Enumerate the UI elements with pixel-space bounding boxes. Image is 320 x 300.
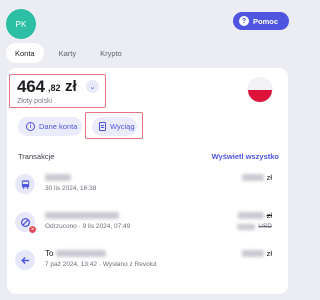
tab-cards[interactable]: Karty: [50, 43, 86, 63]
help-icon: ?: [239, 16, 249, 26]
balance-cents: ,82: [48, 83, 61, 93]
see-all-link[interactable]: Wyświetl wszystko: [212, 152, 279, 161]
transaction-title: To: [45, 249, 106, 258]
avatar-initials: PK: [15, 19, 27, 29]
secondary-currency: USD: [258, 223, 272, 230]
account-card: 464 ,82 zł ⌄ Złoty polski i Dane konta W…: [7, 68, 288, 294]
transaction-row[interactable]: × Odrzucono · 9 lis 2024, 07:49 zł USD: [7, 206, 288, 242]
declined-badge-icon: ×: [28, 225, 37, 234]
transaction-date: 30 lis 2024, 16:38: [45, 185, 97, 192]
account-details-button[interactable]: i Dane konta: [18, 117, 82, 136]
bus-icon: [15, 174, 35, 194]
help-label: Pomoc: [253, 16, 279, 26]
balance-currency: zł: [65, 78, 77, 95]
transaction-status-date: Odrzucono · 9 lis 2024, 07:49: [45, 223, 131, 230]
statement-label: Wyciąg: [110, 122, 135, 131]
statement-button[interactable]: Wyciąg: [92, 117, 137, 136]
transactions-title: Transakcje: [18, 152, 55, 161]
amount-currency: zł: [266, 249, 272, 258]
transfer-arrow-icon: [15, 250, 35, 270]
balance-amount: 464: [17, 77, 45, 96]
transaction-title: [45, 211, 119, 220]
chevron-down-icon[interactable]: ⌄: [86, 80, 99, 93]
tab-crypto[interactable]: Krypto: [91, 43, 131, 63]
avatar[interactable]: PK: [6, 9, 36, 39]
app-screen: PK ? Pomoc Konta Karty Krypto 464 ,82 zł…: [0, 0, 295, 300]
transaction-row[interactable]: To 7 paź 2024, 13:42 · Wysłano z Revolut…: [7, 244, 288, 280]
transaction-row[interactable]: 30 lis 2024, 16:38 zł: [7, 168, 288, 204]
poland-flag-icon: [248, 78, 272, 102]
info-icon: i: [26, 122, 35, 131]
transaction-secondary-amount: USD: [237, 223, 272, 230]
currency-name: Złoty polski: [17, 98, 53, 105]
amount-currency: zł: [266, 173, 272, 182]
document-icon: [99, 122, 106, 131]
transfer-to-prefix: To: [45, 249, 54, 258]
transaction-title: [45, 173, 71, 182]
transaction-amount: zł: [241, 173, 272, 182]
tab-accounts[interactable]: Konta: [6, 43, 44, 63]
help-button[interactable]: ? Pomoc: [233, 12, 289, 30]
transaction-amount: zł: [241, 249, 272, 258]
account-details-label: Dane konta: [39, 122, 78, 131]
transaction-amount: zł: [237, 211, 272, 220]
amount-currency: zł: [266, 211, 272, 220]
transaction-date: 7 paź 2024, 13:42 · Wysłano z Revolut: [45, 261, 157, 268]
tab-bar: Konta Karty Krypto: [6, 43, 131, 63]
